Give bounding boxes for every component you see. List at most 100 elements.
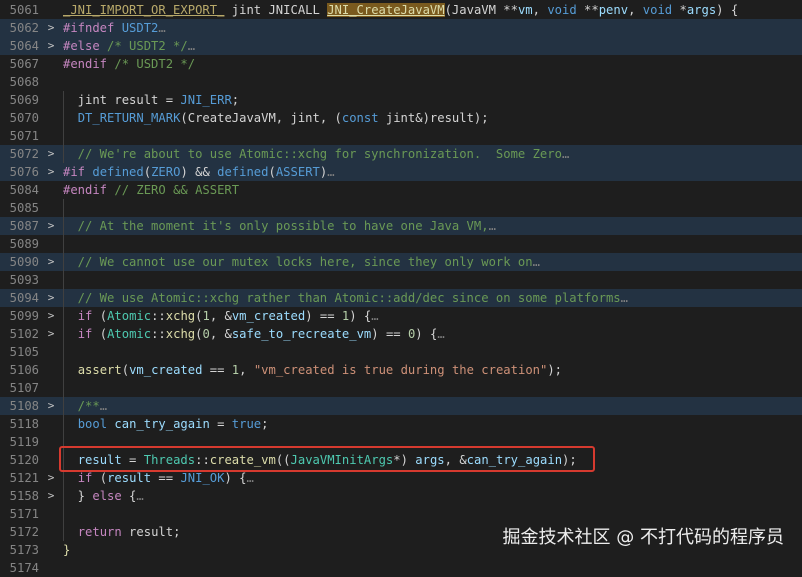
code-text[interactable]: #ifndef USDT2… bbox=[63, 19, 166, 37]
line-number: 5171 bbox=[9, 507, 39, 521]
code-line[interactable]: 5085 bbox=[0, 199, 802, 217]
line-number: 5064 bbox=[9, 39, 39, 53]
code-text[interactable]: // We're about to use Atomic::xchg for s… bbox=[63, 145, 570, 163]
code-line[interactable]: 5067 #endif /* USDT2 */ bbox=[0, 55, 802, 73]
code-line[interactable]: 5094 > // We use Atomic::xchg rather than… bbox=[0, 289, 802, 307]
code-line[interactable]: 5158 > } else {… bbox=[0, 487, 802, 505]
code-line[interactable]: 5071 bbox=[0, 127, 802, 145]
line-number: 5174 bbox=[9, 561, 39, 575]
code-token: , & bbox=[209, 327, 232, 341]
code-line[interactable]: 5087 > // At the moment it's only possibl… bbox=[0, 217, 802, 235]
code-text[interactable]: return result; bbox=[63, 523, 181, 541]
code-text[interactable]: #if defined(ZERO) && defined(ASSERT)… bbox=[63, 163, 335, 181]
code-line[interactable]: 5068 bbox=[0, 73, 802, 91]
line-number: 5085 bbox=[9, 201, 39, 215]
fold-chevron-icon[interactable]: > bbox=[46, 487, 56, 505]
code-text[interactable]: #endif // ZERO && ASSERT bbox=[63, 181, 239, 199]
code-line[interactable]: 5069 jint result = JNI_ERR; bbox=[0, 91, 802, 109]
code-line[interactable]: 5076 > #if defined(ZERO) && defined(ASSERT… bbox=[0, 163, 802, 181]
code-token: "vm_created is true during the creation" bbox=[253, 363, 548, 377]
line-number: 5106 bbox=[9, 363, 39, 377]
code-line[interactable]: 5062 > #ifndef USDT2… bbox=[0, 19, 802, 37]
code-line[interactable]: 5108 > /**… bbox=[0, 397, 802, 415]
code-token: return bbox=[77, 525, 122, 539]
fold-chevron-icon[interactable]: > bbox=[46, 163, 56, 181]
fold-chevron-icon[interactable]: > bbox=[46, 325, 56, 343]
code-line[interactable]: 5090 > // We cannot use our mutex locks h… bbox=[0, 253, 802, 271]
code-token: // We're about to use Atomic::xchg for s… bbox=[63, 147, 562, 161]
line-number: 5069 bbox=[9, 93, 39, 107]
code-line[interactable]: 5084 #endif // ZERO && ASSERT bbox=[0, 181, 802, 199]
code-text[interactable]: assert(vm_created == 1, "vm_created is t… bbox=[63, 361, 562, 379]
code-text[interactable]: if (Atomic::xchg(0, &safe_to_recreate_vm… bbox=[63, 325, 445, 343]
fold-chevron-icon[interactable]: > bbox=[46, 397, 56, 415]
code-token: JNICALL bbox=[268, 3, 320, 17]
code-text[interactable]: // We cannot use our mutex locks here, s… bbox=[63, 253, 540, 271]
code-token: jint&)result); bbox=[378, 111, 489, 125]
code-token: // At the moment it's only possible to h… bbox=[63, 219, 489, 233]
code-token: xchg bbox=[165, 309, 196, 323]
code-text[interactable]: /**… bbox=[63, 397, 107, 415]
code-text[interactable]: bool can_try_again = true; bbox=[63, 415, 269, 433]
code-text[interactable]: _JNI_IMPORT_OR_EXPORT_ jint JNICALL JNI_… bbox=[63, 1, 738, 19]
fold-chevron-icon[interactable]: > bbox=[46, 217, 56, 235]
line-number: 5172 bbox=[9, 525, 39, 539]
code-token: ) { bbox=[716, 3, 739, 17]
highlight-box bbox=[59, 446, 595, 472]
code-editor[interactable]: 5061 _JNI_IMPORT_OR_EXPORT_ jint JNICALL … bbox=[0, 0, 802, 575]
code-line[interactable]: 5171 bbox=[0, 505, 802, 523]
folded-ellipsis-icon: … bbox=[532, 255, 540, 269]
fold-chevron-icon[interactable]: > bbox=[46, 37, 56, 55]
fold-chevron-icon[interactable]: > bbox=[46, 19, 56, 37]
code-text[interactable]: #else /* USDT2 */… bbox=[63, 37, 195, 55]
line-number: 5119 bbox=[9, 435, 39, 449]
code-text[interactable]: } bbox=[63, 541, 70, 559]
fold-chevron-icon[interactable]: > bbox=[46, 253, 56, 271]
fold-chevron-icon[interactable]: > bbox=[46, 307, 56, 325]
line-number: 5094 bbox=[9, 291, 39, 305]
code-line[interactable]: 5106 assert(vm_created == 1, "vm_created… bbox=[0, 361, 802, 379]
fold-chevron-icon[interactable]: > bbox=[46, 289, 56, 307]
code-line[interactable]: 5174 bbox=[0, 559, 802, 577]
fold-chevron-icon[interactable]: > bbox=[46, 145, 56, 163]
code-line[interactable]: 5061 _JNI_IMPORT_OR_EXPORT_ jint JNICALL … bbox=[0, 1, 802, 19]
code-line[interactable]: 5102 > if (Atomic::xchg(0, &safe_to_recre… bbox=[0, 325, 802, 343]
code-token: (CreateJavaVM, jint, ( bbox=[180, 111, 342, 125]
code-line[interactable]: 5118 bool can_try_again = true; bbox=[0, 415, 802, 433]
line-number: 5062 bbox=[9, 21, 39, 35]
code-line[interactable]: 5105 bbox=[0, 343, 802, 361]
code-line[interactable]: 5099 > if (Atomic::xchg(1, &vm_created) =… bbox=[0, 307, 802, 325]
line-number: 5076 bbox=[9, 165, 39, 179]
code-token: ) { bbox=[415, 327, 438, 341]
code-line[interactable]: 5089 bbox=[0, 235, 802, 253]
code-token: = bbox=[158, 93, 181, 107]
code-token: if bbox=[77, 471, 93, 485]
line-number: 5102 bbox=[9, 327, 39, 341]
code-token: JNI_OK bbox=[180, 471, 225, 485]
code-text[interactable]: jint result = JNI_ERR; bbox=[63, 91, 239, 109]
code-token: xchg bbox=[165, 327, 196, 341]
code-text[interactable]: // At the moment it's only possible to h… bbox=[63, 217, 496, 235]
code-text[interactable]: } else {… bbox=[63, 487, 144, 505]
code-token: :: bbox=[151, 309, 166, 323]
indent-guide bbox=[63, 343, 64, 361]
code-text[interactable]: if (Atomic::xchg(1, &vm_created) == 1) {… bbox=[63, 307, 379, 325]
code-line[interactable]: 5070 DT_RETURN_MARK(CreateJavaVM, jint, … bbox=[0, 109, 802, 127]
code-line[interactable]: 5093 bbox=[0, 271, 802, 289]
code-text[interactable]: #endif /* USDT2 */ bbox=[63, 55, 195, 73]
code-line[interactable]: 5107 bbox=[0, 379, 802, 397]
code-token: // We use Atomic::xchg rather than Atomi… bbox=[63, 291, 621, 305]
code-line[interactable]: 5064 > #else /* USDT2 */… bbox=[0, 37, 802, 55]
code-text[interactable]: // We use Atomic::xchg rather than Atomi… bbox=[63, 289, 628, 307]
code-token: // ZERO && ASSERT bbox=[107, 183, 240, 197]
code-line[interactable]: 5072 > // We're about to use Atomic::xchg… bbox=[0, 145, 802, 163]
fold-chevron-icon[interactable]: > bbox=[46, 469, 56, 487]
code-token: == bbox=[151, 471, 181, 485]
code-token: // We cannot use our mutex locks here, s… bbox=[63, 255, 533, 269]
code-text[interactable]: DT_RETURN_MARK(CreateJavaVM, jint, (cons… bbox=[63, 109, 489, 127]
